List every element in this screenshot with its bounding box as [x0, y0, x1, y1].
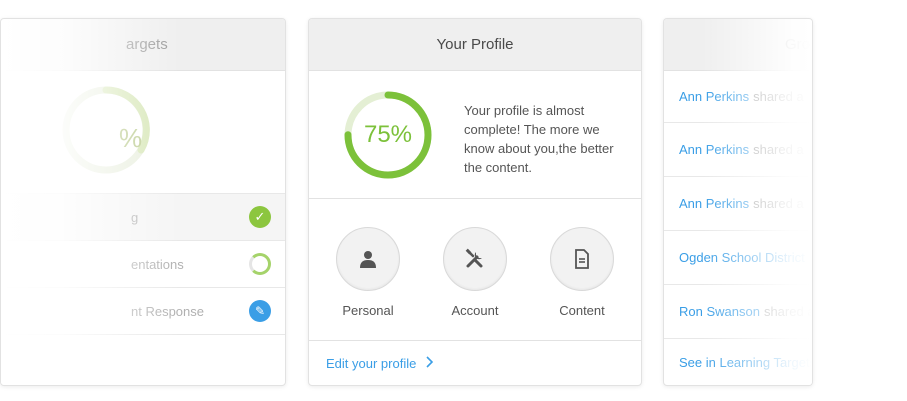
- feed-user-link[interactable]: Ann Perkins: [679, 142, 749, 157]
- feed-action: shared a: [763, 304, 812, 319]
- feed-user-link[interactable]: Ogden School District: [679, 250, 805, 265]
- feed-action: shared a: [753, 89, 804, 104]
- targets-progress: %: [1, 71, 285, 193]
- see-more-link[interactable]: See in Learning Targets: [664, 339, 812, 385]
- profile-title: Your Profile: [436, 36, 514, 53]
- learning-targets-header: argets: [1, 19, 285, 71]
- see-more-label[interactable]: See in Learning Targets: [679, 355, 812, 370]
- group-activity-header: Gro: [664, 19, 812, 71]
- pencil-icon: ✎: [249, 300, 271, 322]
- target-row-empty: [1, 334, 285, 381]
- progress-ring-icon: [249, 253, 271, 275]
- profile-actions: Personal Account Content: [309, 199, 641, 341]
- target-row-label: g: [131, 209, 139, 225]
- person-icon: [336, 227, 400, 291]
- target-row[interactable]: nt Response ✎: [1, 287, 285, 334]
- personal-label: Personal: [342, 303, 394, 318]
- target-row-label: entations: [131, 256, 184, 272]
- feed-item[interactable]: Ogden School District: [664, 231, 812, 285]
- feed-item[interactable]: Ann Perkins shared a: [664, 71, 812, 123]
- account-button[interactable]: Account: [430, 227, 520, 340]
- profile-summary: 75% Your profile is almost complete! The…: [309, 71, 641, 199]
- feed-item[interactable]: Ann Perkins shared a: [664, 177, 812, 231]
- learning-targets-card: argets % g ✓ entations nt Response ✎: [0, 18, 286, 386]
- feed-action: shared a: [753, 142, 804, 157]
- edit-profile-label: Edit your profile: [326, 355, 417, 371]
- feed-item[interactable]: Ron Swanson shared a: [664, 285, 812, 339]
- feed-user-link[interactable]: Ann Perkins: [679, 89, 749, 104]
- profile-card: Your Profile 75% Your profile is almost …: [308, 18, 642, 386]
- target-row[interactable]: g ✓: [1, 193, 285, 240]
- content-button[interactable]: Content: [537, 227, 627, 340]
- chevron-right-icon: [426, 355, 434, 371]
- targets-progress-ring: [62, 86, 150, 174]
- document-icon: [550, 227, 614, 291]
- tools-icon: [443, 227, 507, 291]
- feed-item[interactable]: Ann Perkins shared a: [664, 123, 812, 177]
- content-label: Content: [559, 303, 605, 318]
- edit-profile-link[interactable]: Edit your profile: [309, 341, 641, 385]
- personal-button[interactable]: Personal: [323, 227, 413, 340]
- group-activity-title: Gro: [785, 36, 811, 53]
- profile-percent: 75%: [363, 121, 413, 148]
- feed-action: shared a: [753, 196, 804, 211]
- profile-message: Your profile is almost complete! The mor…: [464, 103, 614, 175]
- group-activity-card: Gro Ann Perkins shared a Ann Perkins sha…: [663, 18, 813, 386]
- account-label: Account: [451, 303, 499, 318]
- check-icon: ✓: [249, 206, 271, 228]
- feed-user-link[interactable]: Ann Perkins: [679, 196, 749, 211]
- target-row-label: nt Response: [131, 303, 204, 319]
- target-row[interactable]: entations: [1, 240, 285, 287]
- page: argets % g ✓ entations nt Response ✎ You…: [0, 0, 907, 401]
- targets-percent: %: [119, 123, 143, 153]
- feed-user-link[interactable]: Ron Swanson: [679, 304, 760, 319]
- profile-header: Your Profile: [309, 19, 641, 71]
- learning-targets-title: argets: [126, 36, 168, 53]
